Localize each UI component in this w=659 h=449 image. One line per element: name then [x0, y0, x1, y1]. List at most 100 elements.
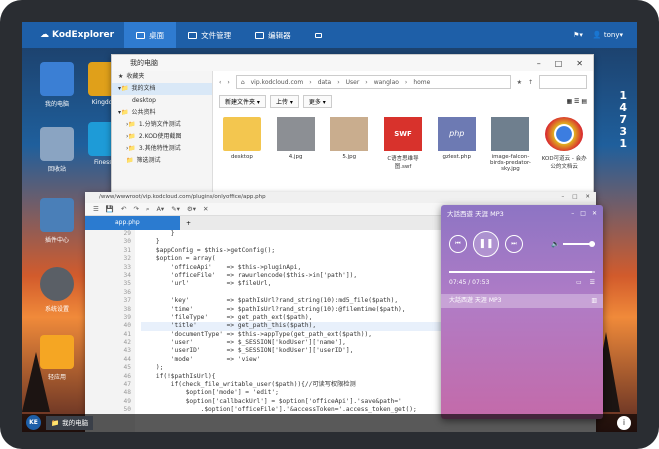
- button-label: 上传: [275, 98, 288, 106]
- back-icon[interactable]: ‹: [219, 79, 221, 86]
- file-item[interactable]: php gzlest.php: [434, 117, 480, 172]
- tree-item-my-documents[interactable]: ▾📁 我的文档: [112, 83, 212, 95]
- music-player: 大話西遊 天涯 MP3 – □ ✕ ⏮ ❚❚ ⏭ 🔈 07:45 / 07:53 ▭…: [441, 205, 603, 419]
- editor-titlebar[interactable]: /www/wwwroot/vip.kodcloud.com/plugins/on…: [85, 192, 596, 203]
- close-icon[interactable]: ✕: [585, 192, 590, 203]
- file-grid: desktop 4.jpg 5.jpg SWF C语言思维导图.swf php gz…: [213, 109, 593, 180]
- desktop-icon-my-computer[interactable]: 我的电脑: [32, 62, 82, 108]
- forward-icon[interactable]: ›: [227, 79, 229, 86]
- close-icon[interactable]: ✕: [592, 210, 597, 217]
- tree-item-favorites[interactable]: ★ 收藏夹: [112, 71, 212, 83]
- folder-icon: [222, 117, 261, 151]
- breadcrumb[interactable]: ⌂ vip.kodcloud.com › data › User › wanglao ›…: [235, 75, 511, 89]
- view-grid-icon[interactable]: ▦ ☰ ▤: [566, 98, 587, 105]
- tree-item-public[interactable]: ▾📁 公共资料: [112, 107, 212, 119]
- file-item[interactable]: desktop: [219, 117, 265, 172]
- maximize-icon[interactable]: □: [572, 192, 577, 203]
- app-name: KodExplorer: [52, 30, 115, 40]
- crumb[interactable]: home: [413, 79, 430, 86]
- volume-control[interactable]: 🔈: [551, 240, 595, 248]
- player-titlebar[interactable]: 大話西遊 天涯 MP3 – □ ✕: [441, 205, 603, 221]
- button-label: 新建文件夹: [225, 98, 256, 106]
- menu-icon[interactable]: ☰: [93, 205, 99, 213]
- volume-slider[interactable]: [563, 241, 595, 247]
- tab-app-php[interactable]: app.php: [85, 216, 180, 230]
- line-number: 46: [123, 372, 131, 380]
- playlist-icon[interactable]: ☰: [590, 279, 595, 286]
- search-icon[interactable]: ⌕: [146, 205, 150, 214]
- nav-extra[interactable]: [303, 22, 334, 48]
- next-icon[interactable]: ⏭: [505, 235, 523, 253]
- icon-label: 轻应用: [47, 374, 66, 381]
- crumb[interactable]: vip.kodcloud.com: [251, 79, 304, 86]
- undo-icon[interactable]: ↶: [121, 205, 126, 213]
- tree-item[interactable]: 📁 筛选测试: [112, 155, 212, 167]
- nav-file-manager[interactable]: 文件管理: [176, 22, 243, 48]
- line-number: 47: [123, 381, 131, 389]
- taskbar: KE 📁 我的电脑 i: [22, 414, 637, 432]
- maximize-icon[interactable]: □: [555, 59, 563, 68]
- nav-editor[interactable]: 编辑器: [243, 22, 303, 48]
- star-icon[interactable]: ★: [517, 79, 522, 86]
- address-bar: ‹ › ⌂ vip.kodcloud.com › data › User › wang…: [213, 71, 593, 93]
- start-button[interactable]: KE: [26, 415, 41, 430]
- font-icon[interactable]: A▾: [156, 205, 164, 213]
- file-item[interactable]: KOD可道云 - 会办公的文档云: [541, 117, 587, 172]
- computer-icon: [40, 62, 74, 96]
- user-menu[interactable]: 👤 tony▾: [593, 31, 623, 39]
- crumb[interactable]: data: [318, 79, 332, 86]
- desktop-icon-recycle-bin[interactable]: 回收站: [32, 127, 82, 173]
- close-panel-icon[interactable]: ✕: [203, 205, 208, 213]
- icon-label: 我的电脑: [44, 101, 69, 108]
- maximize-icon[interactable]: □: [580, 210, 586, 217]
- up-icon[interactable]: ↑: [528, 79, 533, 86]
- tree-item[interactable]: ›📁 1.分销文件测试: [112, 119, 212, 131]
- progress-bar[interactable]: [449, 271, 595, 273]
- tree-item[interactable]: ›📁 3.其他特性测试: [112, 143, 212, 155]
- file-item[interactable]: image-falcon-birds-predator-sky.jpg: [488, 117, 534, 172]
- file-item[interactable]: 5.jpg: [326, 117, 372, 172]
- redo-icon[interactable]: ↷: [133, 205, 138, 213]
- info-icon[interactable]: i: [617, 416, 631, 430]
- save-icon[interactable]: 💾: [106, 205, 114, 213]
- nav-desktop[interactable]: 桌面: [124, 22, 177, 48]
- file-item[interactable]: SWF C语言思维导图.swf: [380, 117, 426, 172]
- line-number: 43: [123, 347, 131, 355]
- add-tab-icon[interactable]: +: [180, 220, 197, 227]
- desktop-icon-plugin-center[interactable]: 插件中心: [32, 198, 82, 244]
- flag-icon[interactable]: ⚑▾: [573, 31, 583, 39]
- mv-icon[interactable]: ▭: [576, 279, 582, 286]
- trash-icon: [40, 127, 74, 161]
- tree-item[interactable]: ›📁 2.KOD使用截图: [112, 131, 212, 143]
- crumb[interactable]: wanglao: [374, 79, 399, 86]
- close-icon[interactable]: ✕: [576, 59, 583, 68]
- clock-digit: 1: [619, 137, 627, 150]
- window-titlebar[interactable]: 我的电脑 – □ ✕: [112, 55, 593, 71]
- new-folder-button[interactable]: 新建文件夹 ▾: [219, 94, 266, 108]
- tree-label: 我的文档: [131, 85, 156, 92]
- app-logo[interactable]: ☁ KodExplorer: [22, 30, 124, 40]
- minimize-icon[interactable]: –: [561, 192, 564, 203]
- minimize-icon[interactable]: –: [571, 210, 574, 217]
- playlist-item[interactable]: 大話西遊 天涯 MP3 ▥: [441, 294, 603, 308]
- progress-fill: [449, 271, 593, 273]
- tab-label: app.php: [115, 219, 140, 226]
- search-input[interactable]: [539, 75, 587, 89]
- image-thumbnail: [276, 117, 315, 151]
- taskbar-item[interactable]: 📁 我的电脑: [46, 416, 94, 430]
- tool-icon[interactable]: ✎▾: [171, 205, 180, 213]
- file-item[interactable]: 4.jpg: [273, 117, 319, 172]
- minimize-icon[interactable]: –: [537, 59, 541, 68]
- image-thumbnail: [330, 117, 369, 151]
- folder-icon: 📁: [126, 157, 134, 164]
- desktop-icon-light-app[interactable]: 轻应用: [32, 335, 82, 381]
- crumb[interactable]: User: [346, 79, 360, 86]
- prev-icon[interactable]: ⏮: [449, 235, 467, 253]
- pause-icon[interactable]: ❚❚: [473, 231, 499, 257]
- gear-icon[interactable]: ⚙▾: [187, 205, 196, 213]
- tree-item-desktop[interactable]: desktop: [112, 95, 212, 107]
- speaker-icon: 🔈: [551, 240, 560, 248]
- upload-button[interactable]: 上传 ▾: [269, 94, 299, 108]
- desktop-icon-settings[interactable]: 系统设置: [32, 267, 82, 313]
- more-button[interactable]: 更多 ▾: [302, 94, 332, 108]
